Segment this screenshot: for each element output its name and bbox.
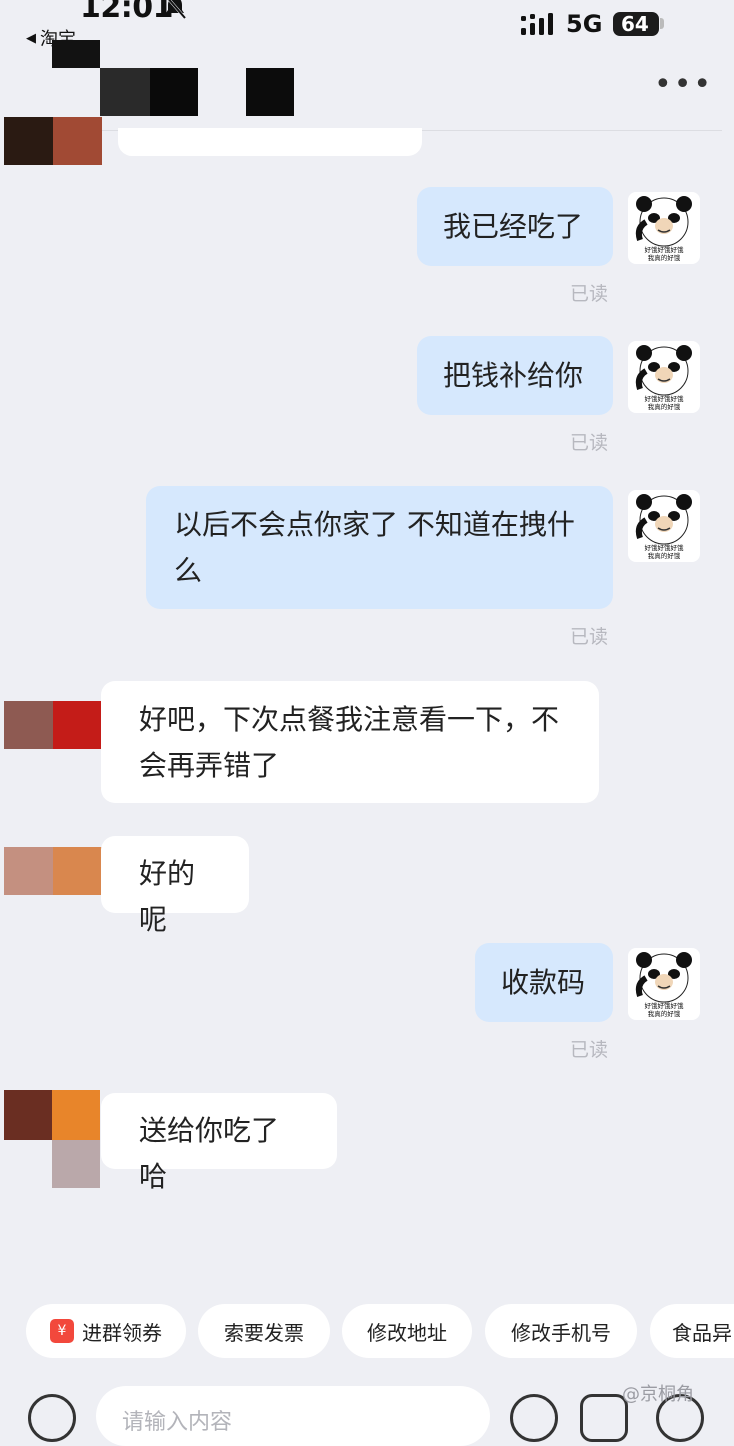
quick-reply-change-phone[interactable]: 修改手机号 (485, 1304, 637, 1358)
image-button[interactable] (580, 1394, 628, 1442)
sticker-caption: 我真的好饿 (648, 551, 681, 560)
voice-button[interactable] (28, 1394, 76, 1442)
my-avatar-panda-sticker[interactable]: 好饿好饿好饿 我真的好饿 (628, 490, 700, 562)
message-text-line: 会再弄错了 (139, 749, 280, 782)
message-text: 把钱补给你 (443, 359, 584, 392)
contact-avatar (4, 117, 102, 165)
battery-level: 64 (621, 12, 649, 36)
message-input[interactable]: 请输入内容 (96, 1386, 490, 1446)
sticker-caption: 我真的好饿 (648, 1009, 681, 1018)
sticker-caption: 我真的好饿 (648, 402, 681, 411)
message-text-line: 以后不会点你家了 不知道在拽什 (174, 508, 575, 541)
sticker-caption: 好饿好饿好饿 (645, 543, 685, 552)
clipped-message-bubble (118, 128, 422, 156)
chip-label: 进群领券 (82, 1320, 162, 1345)
their-message-bubble[interactable]: 送给你吃了哈 (101, 1093, 337, 1193)
my-message-bubble[interactable]: 以后不会点你家了 不知道在拽什 么 (146, 486, 613, 609)
quick-reply-food-issue[interactable]: 食品异 (650, 1304, 734, 1358)
battery-icon: 64 (613, 12, 659, 36)
my-avatar-panda-sticker[interactable]: 好饿好饿好饿 我真的好饿 (628, 341, 700, 413)
panda-face-icon: 好饿好饿好饿我真的好饿 (635, 196, 692, 262)
sticker-caption: 我真的好饿 (648, 253, 681, 262)
message-text: 送给你吃了哈 (139, 1114, 280, 1193)
yuan-coupon-icon: ¥ (50, 1319, 74, 1343)
weibo-watermark: @京桐角 (622, 1384, 694, 1405)
read-receipt: 已读 (570, 1039, 609, 1061)
bell-muted-icon (166, 0, 187, 19)
my-message-bubble[interactable]: 把钱补给你 (417, 336, 613, 415)
battery-cap (660, 18, 664, 29)
message-input-placeholder: 请输入内容 (122, 1410, 233, 1435)
chip-label: 修改地址 (367, 1320, 447, 1345)
message-text: 好的呢 (139, 857, 196, 936)
more-options-button[interactable]: ••• (654, 70, 713, 100)
read-receipt: 已读 (570, 626, 609, 648)
my-message-bubble[interactable]: 收款码 (475, 943, 613, 1022)
quick-reply-change-address[interactable]: 修改地址 (342, 1304, 472, 1358)
quick-reply-request-invoice[interactable]: 索要发票 (198, 1304, 330, 1358)
read-receipt: 已读 (570, 283, 609, 305)
my-message-bubble[interactable]: 我已经吃了 (417, 187, 613, 266)
sticker-caption: 好饿好饿好饿 (645, 394, 685, 403)
chip-label: 索要发票 (224, 1320, 304, 1345)
network-type: 5G (566, 10, 603, 38)
their-message-bubble[interactable]: 好吧，下次点餐我注意看一下，不 会再弄错了 (101, 681, 599, 803)
status-time: 12:01 (80, 0, 174, 25)
signal-icon (521, 13, 553, 35)
contact-avatar[interactable] (4, 701, 102, 749)
chip-label: 食品异 (672, 1320, 732, 1345)
sticker-caption: 好饿好饿好饿 (645, 1001, 685, 1010)
emoji-button[interactable] (510, 1394, 558, 1442)
message-text: 我已经吃了 (443, 210, 584, 243)
read-receipt: 已读 (570, 432, 609, 454)
quick-reply-join-group-coupon[interactable]: ¥ 进群领券 (26, 1304, 186, 1358)
contact-avatar[interactable] (4, 847, 102, 895)
message-text: 收款码 (501, 966, 586, 999)
sticker-caption: 好饿好饿好饿 (645, 245, 685, 254)
message-text-line: 好吧，下次点餐我注意看一下，不 (139, 703, 560, 736)
my-avatar-panda-sticker[interactable]: 好饿好饿好饿 我真的好饿 (628, 192, 700, 264)
panda-face-icon: 好饿好饿好饿我真的好饿 (635, 345, 692, 411)
message-text-line: 么 (174, 554, 203, 587)
panda-face-icon: 好饿好饿好饿我真的好饿 (635, 494, 692, 560)
panda-face-icon: 好饿好饿好饿我真的好饿 (635, 952, 692, 1018)
back-triangle-icon: ◀ (26, 30, 36, 46)
my-avatar-panda-sticker[interactable]: 好饿好饿好饿 我真的好饿 (628, 948, 700, 1020)
their-message-bubble[interactable]: 好的呢 (101, 836, 249, 936)
chip-label: 修改手机号 (511, 1320, 611, 1345)
